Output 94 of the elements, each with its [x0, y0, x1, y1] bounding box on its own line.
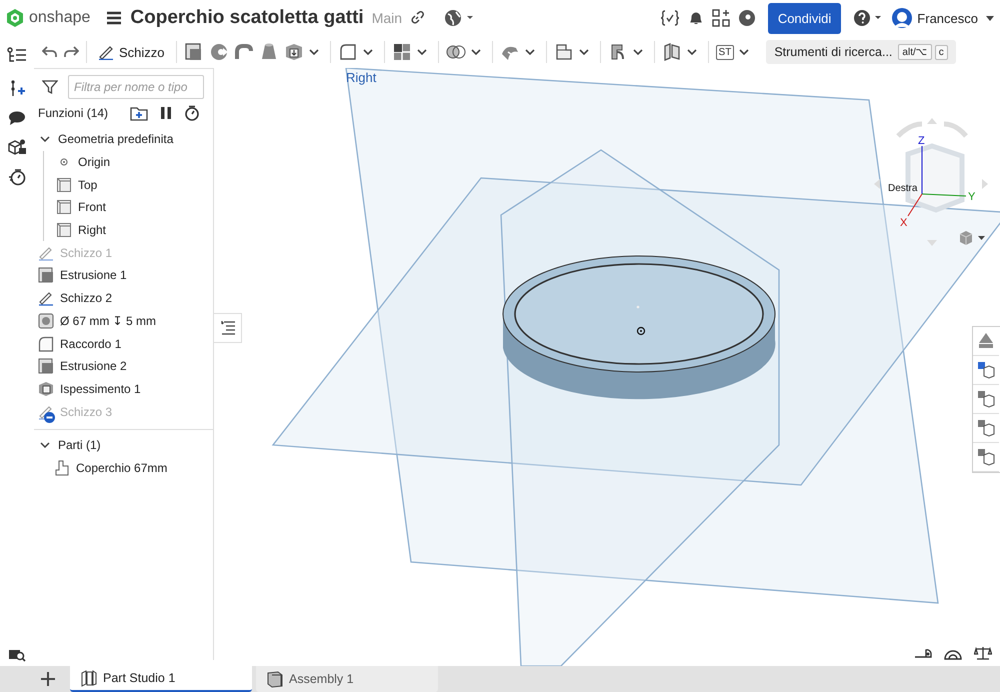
globe-icon[interactable] — [444, 9, 474, 27]
chevron-icon[interactable] — [470, 49, 481, 55]
document-tab[interactable]: Assembly 1 — [256, 666, 438, 692]
caret-icon[interactable] — [986, 16, 994, 20]
pencil-icon — [98, 44, 114, 60]
cube-lock-icon[interactable] — [7, 138, 27, 156]
list-icon — [220, 320, 236, 336]
plane-icon[interactable] — [554, 42, 574, 62]
fillet-icon — [38, 336, 54, 352]
chevron-icon[interactable] — [524, 49, 535, 55]
part-studio-icon — [80, 669, 98, 687]
chevron-icon[interactable] — [632, 49, 643, 55]
section-icon[interactable] — [662, 42, 682, 62]
feature-item[interactable]: Estrusione 1 — [60, 268, 127, 282]
plane-icon — [56, 199, 72, 216]
feature-item[interactable]: Ispessimento 1 — [60, 382, 141, 396]
chevron-icon[interactable] — [686, 49, 697, 55]
logo-text: onshape — [29, 9, 90, 27]
part-item[interactable]: Coperchio 67mm — [76, 460, 168, 475]
search-tools-label: Strumenti di ricerca... — [774, 45, 892, 59]
help-icon[interactable] — [853, 9, 884, 27]
shaded-cube-icon[interactable] — [958, 230, 986, 246]
tree-item[interactable]: Top — [78, 178, 98, 192]
split-icon[interactable] — [392, 42, 412, 62]
pencil-icon — [38, 290, 54, 306]
chevron-icon[interactable] — [416, 49, 427, 55]
add-folder-icon[interactable] — [130, 105, 148, 121]
logo-icon[interactable] — [6, 8, 24, 28]
timer-icon[interactable] — [8, 168, 26, 186]
chevron-icon[interactable] — [362, 49, 373, 55]
pencil-icon — [38, 404, 54, 420]
tree-item[interactable]: Origin — [78, 155, 110, 170]
undo-icon[interactable] — [42, 45, 58, 59]
extrude-icon — [38, 267, 54, 284]
shortcut-key: c — [934, 44, 948, 60]
chevron-icon[interactable] — [308, 49, 319, 55]
fillet-icon[interactable] — [338, 42, 358, 62]
tree-item[interactable]: Front — [78, 200, 106, 214]
filter-field[interactable]: Filtra per nome o tipo — [68, 75, 204, 99]
redo-icon[interactable] — [63, 45, 79, 59]
view-cube[interactable]: Z Destra Y X — [870, 116, 990, 246]
search-view-icon[interactable] — [8, 648, 26, 662]
tree-toggle-button[interactable] — [214, 313, 242, 343]
learning-icon[interactable] — [738, 9, 756, 27]
thicken-icon — [38, 380, 54, 397]
filter-icon[interactable] — [42, 79, 58, 95]
apps-icon[interactable] — [712, 9, 730, 27]
tree-group[interactable]: Geometria predefinita — [34, 128, 213, 151]
plane-icon — [56, 222, 72, 238]
part-icon — [54, 460, 70, 476]
link-icon[interactable] — [410, 11, 424, 25]
expand-chevron-icon[interactable] — [40, 442, 50, 448]
pencil-icon — [38, 244, 54, 261]
custom-feature-icon[interactable]: ST — [716, 44, 734, 60]
bell-icon[interactable] — [688, 10, 704, 26]
search-tools-button[interactable]: Strumenti di ricerca... alt/⌥ c — [766, 40, 956, 64]
expand-chevron-icon[interactable] — [40, 136, 50, 142]
variable-icon[interactable] — [660, 10, 680, 26]
extrude-icon[interactable] — [184, 42, 204, 62]
feature-item[interactable]: Raccordo 1 — [60, 336, 122, 351]
feature-item[interactable]: Ø 67 mm ↧ 5 mm — [60, 314, 156, 328]
tree-item[interactable]: Right — [78, 223, 106, 238]
avatar-icon[interactable] — [891, 7, 914, 29]
parts-group[interactable]: Parti (1) — [34, 434, 213, 457]
plane-icon — [56, 176, 72, 193]
shortcut-key: alt/⌥ — [898, 44, 932, 60]
extrude-icon — [38, 358, 54, 374]
sweep-icon[interactable] — [234, 42, 254, 62]
feature-item[interactable]: Estrusione 2 — [60, 359, 127, 374]
scale-icon[interactable] — [974, 646, 992, 660]
document-title: Coperchio scatoletta gatti — [130, 7, 364, 29]
comment-icon[interactable] — [8, 110, 26, 126]
menu-icon[interactable] — [106, 11, 122, 25]
feature-item[interactable]: Schizzo 2 — [60, 291, 112, 306]
thicken-icon[interactable] — [284, 42, 304, 62]
plane-label: Right — [346, 70, 376, 85]
tab-label: Part Studio 1 — [103, 671, 176, 685]
assembly-icon — [266, 670, 284, 688]
pause-icon[interactable] — [160, 106, 172, 120]
x-axis: X — [900, 194, 922, 229]
feature-list-header: Funzioni (14) — [38, 106, 108, 120]
chevron-icon[interactable] — [739, 49, 750, 55]
timer-icon[interactable] — [184, 105, 200, 121]
document-tab[interactable]: Part Studio 1 — [70, 666, 252, 692]
tab-label: Assembly 1 — [289, 672, 354, 686]
cube-face-label[interactable]: Destra — [888, 183, 918, 194]
hole-icon — [38, 312, 54, 329]
sketch-button[interactable]: Schizzo — [94, 44, 169, 60]
measure-tape-icon[interactable] — [914, 646, 932, 660]
share-button[interactable]: Condividi — [768, 2, 842, 34]
revolve-icon[interactable] — [208, 42, 229, 62]
add-icon[interactable] — [40, 671, 56, 687]
chevron-icon[interactable] — [578, 49, 589, 55]
user-name[interactable]: Francesco — [917, 10, 978, 26]
